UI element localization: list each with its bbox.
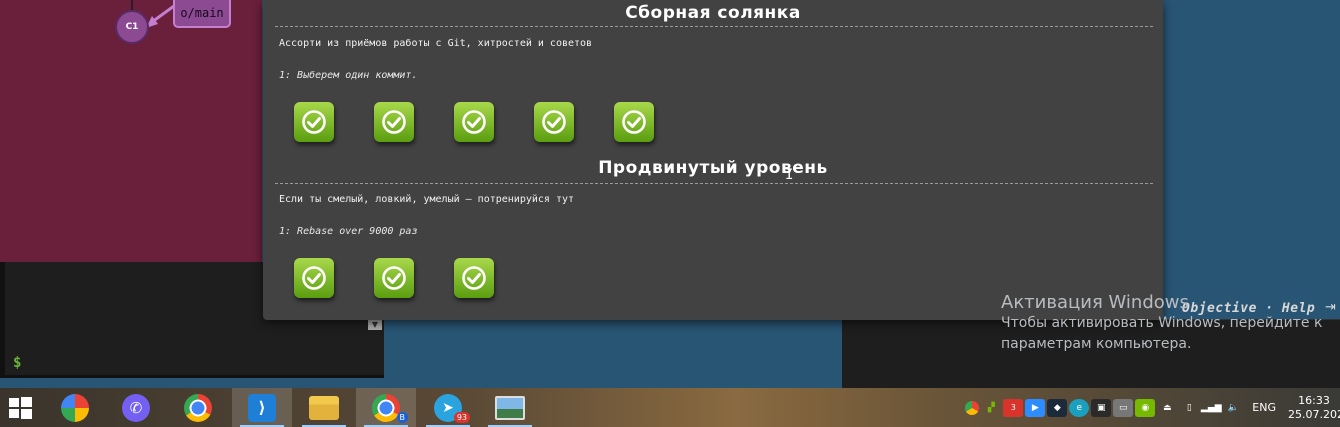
notification-badge-icon[interactable]: 3 (1003, 398, 1024, 417)
level-button-mixed-4[interactable] (534, 102, 574, 142)
nvidia-icon[interactable]: ◉ (1135, 398, 1156, 417)
taskbar-app-chrome[interactable] (168, 388, 228, 427)
taskbar-app-file-explorer[interactable] (294, 388, 354, 427)
check-icon (302, 266, 326, 290)
zoom-icon[interactable]: ▶ (1025, 398, 1046, 417)
taskbar-app-chrome-profile[interactable]: B (356, 388, 416, 427)
taskbar-app-google-photos[interactable] (45, 388, 105, 427)
taskbar-app-viber[interactable]: ✆ (106, 388, 166, 427)
photos-icon (61, 393, 89, 422)
nvidia-share-icon[interactable]: ▞ (981, 399, 1001, 417)
level-row-advanced (294, 258, 494, 298)
level-button-mixed-5[interactable] (614, 102, 654, 142)
check-icon (382, 266, 406, 290)
vpn-icon[interactable]: ▣ (1091, 398, 1112, 417)
section-description-advanced: Если ты смелый, ловкий, умелый – потрени… (279, 194, 575, 205)
system-tray: ▞ 3 ▶ ◆ e ▣ ▭ ◉ ⏏ ▯ ▂▄▆ 🔈 ENG 16:33 25.0… (964, 388, 1340, 427)
unread-badge: 93 (453, 412, 470, 423)
folder-icon (309, 395, 339, 420)
chrome-tray-icon[interactable] (965, 400, 980, 415)
check-icon (382, 110, 406, 134)
level-button-mixed-1[interactable] (294, 102, 334, 142)
volume-icon[interactable]: 🔈 (1223, 399, 1243, 417)
windows-taskbar: ✆ ⟩ B ➤ 93 ▞ 3 ▶ ◆ e ▣ ▭ ◉ ⏏ ▯ ▂▄▆ 🔈 ENG… (0, 388, 1340, 427)
clock-time: 16:33 (1298, 393, 1330, 407)
level-row-mixed (294, 102, 654, 142)
taskbar-app-photos-viewer[interactable] (480, 388, 540, 427)
taskbar-app-telegram[interactable]: ➤ 93 (418, 388, 478, 427)
edge-icon[interactable]: e (1069, 398, 1090, 417)
system-clock[interactable]: 16:33 25.07.2022 (1288, 394, 1340, 422)
wifi-icon[interactable]: ▂▄▆ (1201, 399, 1222, 417)
divider (275, 26, 1153, 27)
level-button-advanced-2[interactable] (374, 258, 414, 298)
profile-badge: B (396, 412, 408, 423)
taskbar-app-vscode[interactable]: ⟩ (232, 388, 292, 427)
section-title-mixed: Сборная солянка (625, 3, 801, 23)
windows-logo-icon (9, 396, 32, 419)
level-select-dialog: Сборная солянка Ассорти из приёмов работ… (263, 0, 1163, 320)
level-button-advanced-3[interactable] (454, 258, 494, 298)
chrome-icon (372, 393, 400, 422)
level-button-mixed-3[interactable] (454, 102, 494, 142)
git-visualizer: C1 o/main (0, 0, 262, 262)
check-icon (542, 110, 566, 134)
start-button[interactable] (0, 388, 40, 427)
level-subtitle-advanced: 1: Rebase over 9000 раз (279, 226, 418, 237)
text-cursor-icon: I (785, 167, 794, 183)
battery-icon[interactable]: ▯ (1179, 399, 1199, 417)
display-icon[interactable]: ▭ (1113, 398, 1134, 417)
activation-line-2: параметрам компьютера. (1001, 336, 1192, 352)
language-indicator[interactable]: ENG (1252, 401, 1276, 414)
shield-icon[interactable]: ◆ (1047, 398, 1068, 417)
exit-icon[interactable]: ⇥ (1325, 300, 1340, 315)
activation-line-1: Чтобы активировать Windows, перейдите к (1001, 315, 1323, 331)
chrome-icon (184, 393, 212, 422)
check-icon (302, 110, 326, 134)
clock-date: 25.07.2022 (1288, 407, 1340, 421)
vscode-icon: ⟩ (248, 393, 276, 422)
level-button-advanced-1[interactable] (294, 258, 334, 298)
commit-node-c1[interactable]: C1 (115, 10, 149, 44)
check-icon (462, 266, 486, 290)
level-subtitle-mixed: 1: Выберем один коммит. (279, 70, 418, 81)
check-icon (462, 110, 486, 134)
usb-icon[interactable]: ⏏ (1157, 399, 1177, 417)
section-title-advanced: Продвинутый уровень (598, 158, 828, 178)
viber-icon: ✆ (122, 393, 150, 422)
branch-tag-o-main[interactable]: o/main (173, 0, 231, 28)
section-description-mixed: Ассорти из приёмов работы с Git, хитрост… (279, 38, 593, 49)
level-button-mixed-2[interactable] (374, 102, 414, 142)
windows-activation-watermark: Активация Windows Чтобы активировать Win… (1001, 292, 1322, 355)
activation-title: Активация Windows (1001, 292, 1189, 313)
image-icon (495, 395, 525, 420)
check-icon (622, 110, 646, 134)
terminal-prompt: $ (13, 355, 22, 371)
divider (275, 183, 1153, 184)
